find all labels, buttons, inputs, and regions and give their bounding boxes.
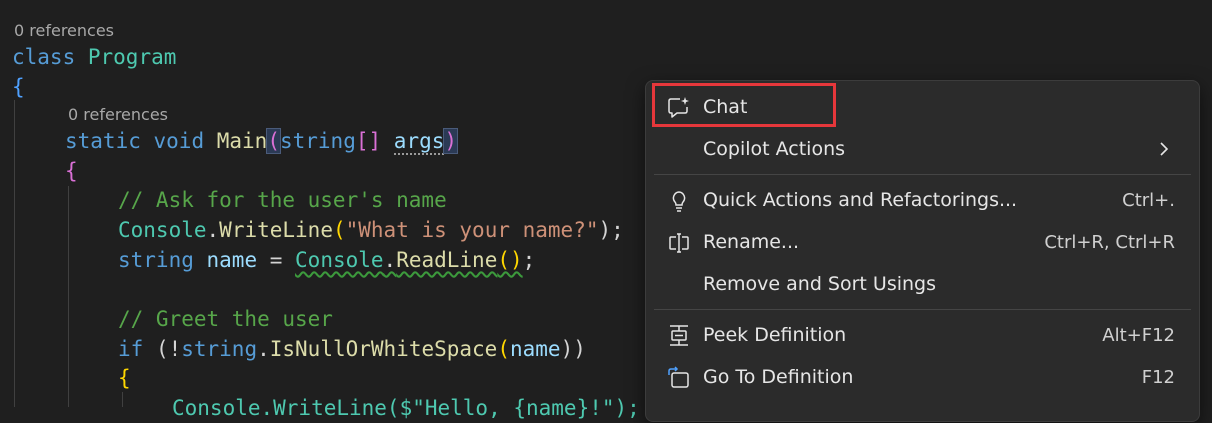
code-line: { xyxy=(118,366,131,390)
indent-guide xyxy=(14,100,15,407)
menu-item-copilot-actions[interactable]: Copilot Actions xyxy=(654,129,1191,169)
code-lens-references[interactable]: 0 references xyxy=(14,20,114,42)
code-line: { xyxy=(12,75,25,99)
code-line: if (!string.IsNullOrWhiteSpace(name)) xyxy=(118,337,586,361)
menu-item-rename[interactable]: Rename... Ctrl+R, Ctrl+R xyxy=(654,222,1191,262)
code-line: // Greet the user xyxy=(118,307,333,331)
menu-separator xyxy=(654,174,1191,175)
peek-definition-icon xyxy=(666,323,692,349)
rename-icon xyxy=(666,230,692,256)
code-line: static void Main(string[] args) xyxy=(65,128,459,155)
code-line: { xyxy=(65,159,78,183)
chevron-right-icon xyxy=(1155,140,1173,158)
code-line: Console.WriteLine($"Hello, {name}!"); xyxy=(172,396,640,420)
menu-item-remove-sort-usings[interactable]: Remove and Sort Usings xyxy=(654,264,1191,304)
context-menu: Chat Copilot Actions Quick Actions and R… xyxy=(645,80,1200,422)
indent-guide xyxy=(122,392,123,407)
lightbulb-icon xyxy=(666,188,692,214)
code-lens-references[interactable]: 0 references xyxy=(68,104,168,126)
menu-item-quick-actions[interactable]: Quick Actions and Refactorings... Ctrl+. xyxy=(654,180,1191,220)
menu-item-peek-definition[interactable]: Peek Definition Alt+F12 xyxy=(654,315,1191,355)
menu-item-go-to-definition[interactable]: Go To Definition F12 xyxy=(654,357,1191,397)
code-line: string name = Console.ReadLine(); xyxy=(118,248,536,272)
go-to-definition-icon xyxy=(666,365,692,391)
menu-separator xyxy=(654,309,1191,310)
code-line: // Ask for the user's name xyxy=(118,188,447,212)
code-line: class Program xyxy=(12,45,177,69)
code-line: Console.WriteLine("What is your name?"); xyxy=(118,218,624,242)
indent-guide xyxy=(68,186,69,407)
highlight-box xyxy=(652,83,836,127)
